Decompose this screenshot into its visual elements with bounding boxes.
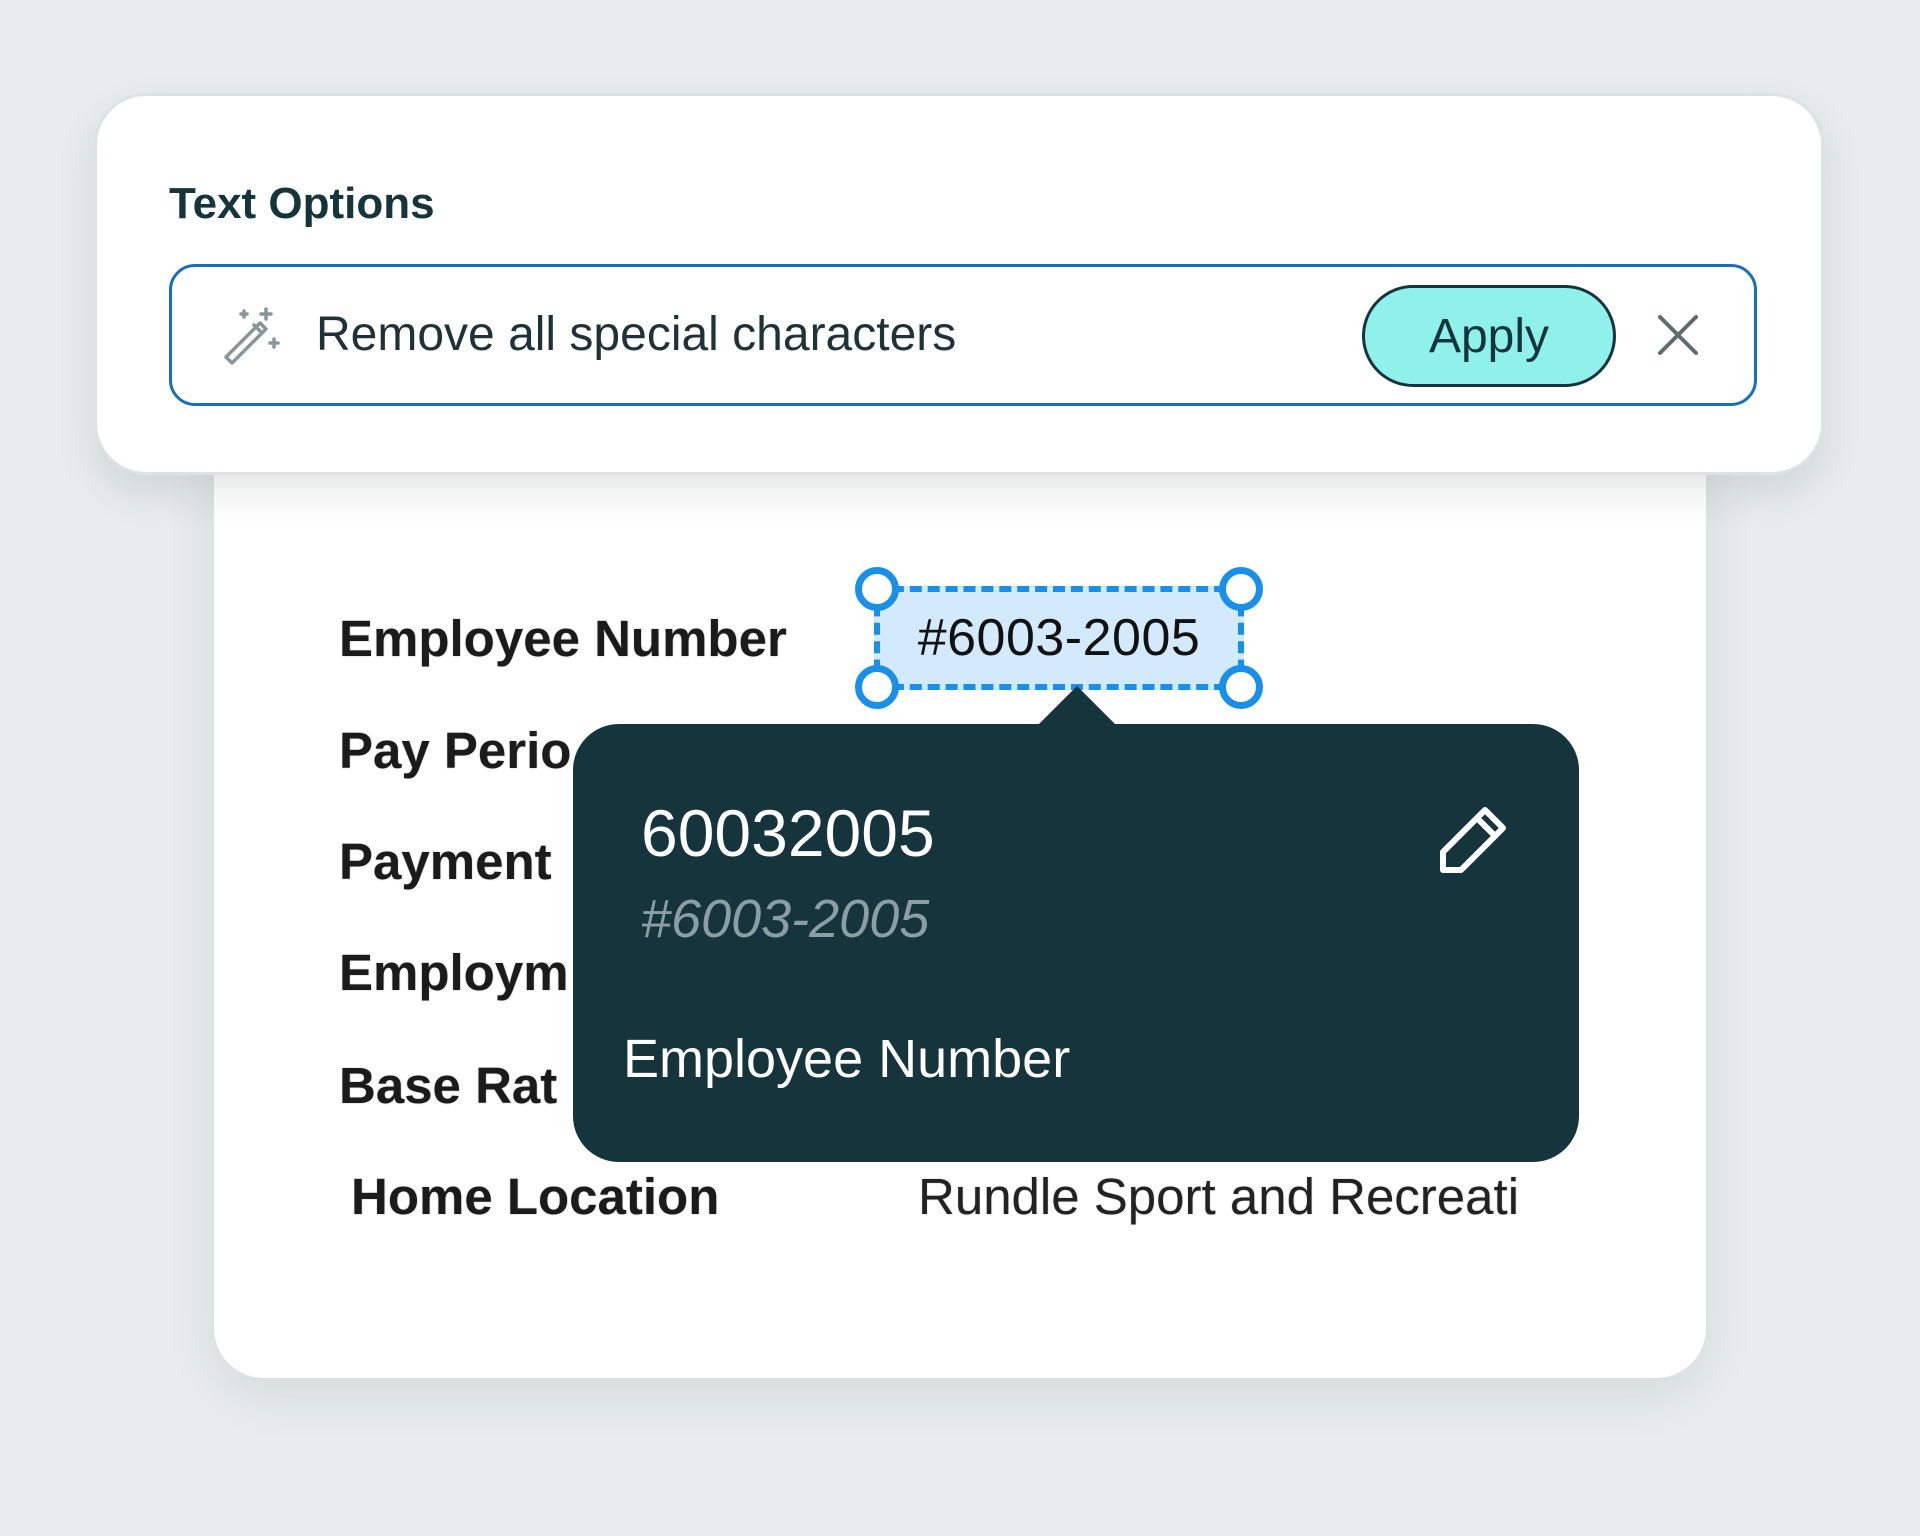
original-value: #6003-2005 bbox=[641, 889, 930, 949]
field-label: Employm bbox=[339, 944, 569, 1001]
instruction-input[interactable]: Remove all special characters Apply bbox=[169, 264, 1757, 406]
field-label: Employee Number bbox=[339, 610, 787, 667]
field-popover: 60032005 #6003-2005 Employee Number bbox=[573, 686, 1579, 1162]
pencil-icon[interactable] bbox=[1433, 800, 1513, 880]
resize-handle-top-left[interactable] bbox=[855, 567, 899, 611]
field-value: Rundle Sport and Recreati bbox=[918, 1168, 1520, 1225]
document-row: Home Location Rundle Sport and Recreati bbox=[214, 1162, 1706, 1232]
field-label: Pay Perio bbox=[339, 722, 572, 779]
resize-handle-bottom-right[interactable] bbox=[1219, 665, 1263, 709]
instruction-text: Remove all special characters bbox=[316, 308, 957, 361]
cleaned-value: 60032005 bbox=[641, 796, 935, 870]
magic-wand-icon bbox=[220, 305, 282, 367]
selected-field-box[interactable]: #6003-2005 bbox=[855, 567, 1263, 709]
resize-handle-top-right[interactable] bbox=[1219, 567, 1263, 611]
field-label: Payment bbox=[339, 833, 552, 890]
field-label: Home Location bbox=[351, 1168, 720, 1225]
field-name: Employee Number bbox=[623, 1029, 1071, 1089]
selected-field-value: #6003-2005 bbox=[917, 609, 1201, 667]
apply-button[interactable]: Apply bbox=[1362, 285, 1616, 387]
resize-handle-bottom-left[interactable] bbox=[855, 665, 899, 709]
field-label: Base Rat bbox=[339, 1057, 558, 1114]
close-icon[interactable] bbox=[1650, 307, 1706, 363]
panel-title: Text Options bbox=[169, 179, 435, 228]
popover-caret bbox=[1037, 686, 1117, 726]
text-options-panel: Text Options Remove all special characte… bbox=[94, 93, 1824, 475]
